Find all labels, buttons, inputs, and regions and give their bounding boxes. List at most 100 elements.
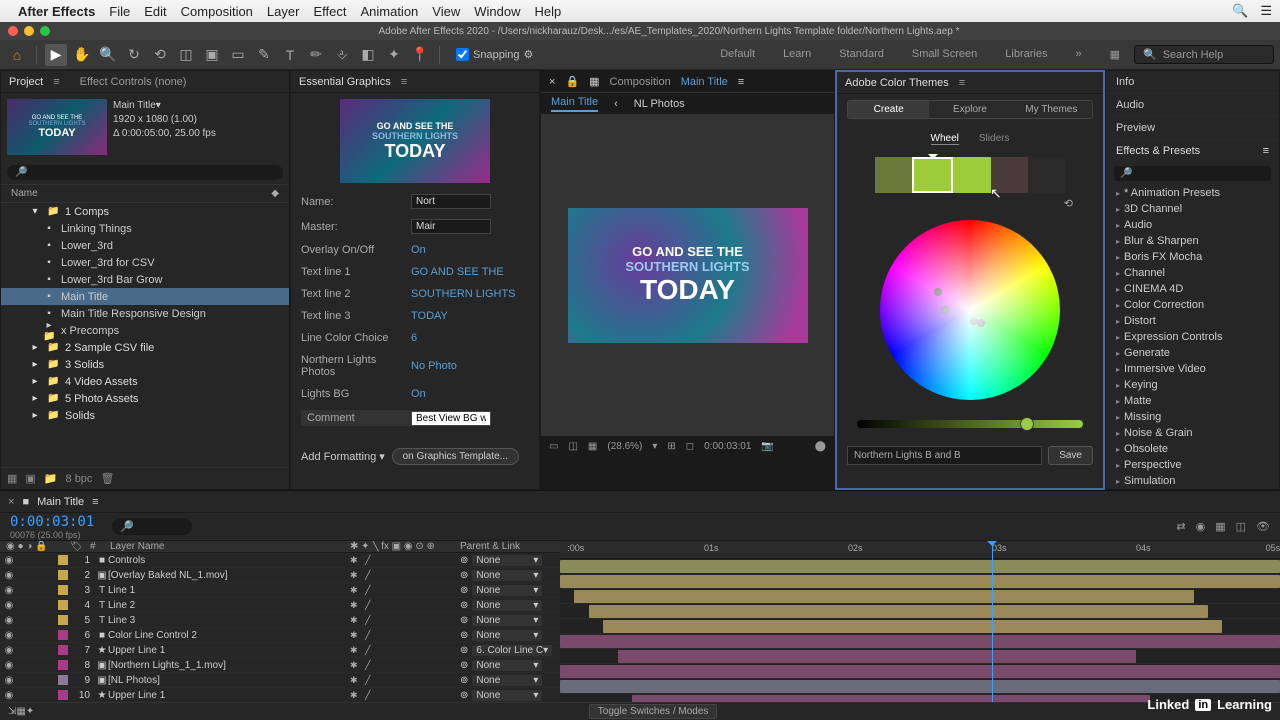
comp-resolution-icon[interactable]: ◫ xyxy=(568,441,577,452)
eg-name-input[interactable] xyxy=(411,194,491,209)
app-name[interactable]: After Effects xyxy=(18,4,95,19)
menu-effect[interactable]: Effect xyxy=(313,4,346,19)
playhead[interactable] xyxy=(992,541,993,702)
workspace-libraries[interactable]: Libraries xyxy=(1005,48,1047,61)
shape-tool-icon[interactable]: ▭ xyxy=(227,44,249,66)
color-mode-create[interactable]: Create xyxy=(848,101,929,118)
home-icon[interactable]: ⌂ xyxy=(6,44,28,66)
color-swatch-1[interactable] xyxy=(875,157,912,193)
timeline-icon-1[interactable]: ⇄ xyxy=(1176,520,1185,533)
color-depth-toggle[interactable]: 8 bpc xyxy=(66,473,93,485)
save-theme-button[interactable]: Save xyxy=(1048,446,1093,465)
hand-tool-icon[interactable]: ✋ xyxy=(71,44,93,66)
eg-property-value[interactable]: GO AND SEE THE xyxy=(411,266,504,278)
comp-zoom-dropdown[interactable]: (28.6%) xyxy=(607,441,642,452)
color-swatch-3[interactable] xyxy=(953,157,990,193)
selection-tool-icon[interactable]: ▶ xyxy=(45,44,67,66)
new-comp-icon[interactable]: ▣ xyxy=(25,472,35,485)
eg-tab-menu-icon[interactable]: ≡ xyxy=(401,76,407,88)
eg-add-formatting-dropdown[interactable]: Add Formatting xyxy=(301,451,376,463)
timeline-footer-icon-3[interactable]: ✦ xyxy=(26,706,34,717)
minimize-window-button[interactable] xyxy=(24,26,34,36)
timeline-track[interactable] xyxy=(560,574,1280,589)
comp-flow-icon[interactable]: ▦ xyxy=(589,75,599,88)
project-tab-menu-icon[interactable]: ≡ xyxy=(53,76,59,88)
comp-snapshot-icon[interactable]: 📷 xyxy=(761,441,773,452)
parent-dropdown[interactable]: None ▾ xyxy=(472,690,542,701)
effects-search-input[interactable]: 🔎 xyxy=(1114,166,1271,181)
roto-tool-icon[interactable]: ✦ xyxy=(383,44,405,66)
effects-presets-menu-icon[interactable]: ≡ xyxy=(1263,145,1269,157)
workspace-overflow-icon[interactable]: » xyxy=(1075,48,1081,61)
timeline-layer-row[interactable]: ◉1■Controls✱ ╱ ⊚None ▾ xyxy=(0,553,560,568)
comp-grid-icon[interactable]: ▦ xyxy=(588,441,597,452)
comp-tab-menu-icon[interactable]: ≡ xyxy=(738,76,744,88)
timeline-layer-row[interactable]: ◉9▣[NL Photos]✱ ╱ ⊚None ▾ xyxy=(0,673,560,688)
comp-subtab-nlphotos[interactable]: NL Photos xyxy=(634,98,685,110)
timeline-track[interactable] xyxy=(560,634,1280,649)
project-folder[interactable]: ▸📁3 Solids xyxy=(1,356,289,373)
color-rule-icon[interactable]: ⟲ xyxy=(1064,198,1073,210)
brightness-slider[interactable] xyxy=(857,420,1083,428)
effects-category[interactable]: ▸CINEMA 4D xyxy=(1106,281,1279,297)
project-folder[interactable]: ▸📁4 Video Assets xyxy=(1,373,289,390)
timeline-footer-icon-1[interactable]: ⇲ xyxy=(8,706,16,717)
color-swatch-5[interactable] xyxy=(1028,157,1065,193)
timeline-lock-icon[interactable]: ■ xyxy=(22,496,29,508)
timeline-track[interactable] xyxy=(560,664,1280,679)
eg-property-value[interactable]: On xyxy=(411,388,426,400)
audio-panel-tab[interactable]: Audio xyxy=(1106,94,1279,117)
effects-category[interactable]: ▸Perspective xyxy=(1106,457,1279,473)
project-folder[interactable]: ▸📁Solids xyxy=(1,407,289,424)
comp-close-icon[interactable]: × xyxy=(549,76,555,88)
workspace-learn[interactable]: Learn xyxy=(783,48,811,61)
effects-category[interactable]: ▸Channel xyxy=(1106,265,1279,281)
effects-category[interactable]: ▸3D Channel xyxy=(1106,201,1279,217)
project-item[interactable]: ▪Linking Things xyxy=(1,220,289,237)
color-tab-menu-icon[interactable]: ≡ xyxy=(959,77,965,89)
effects-category[interactable]: ▸Simulation xyxy=(1106,473,1279,489)
col-layer-name[interactable]: Layer Name xyxy=(110,541,350,552)
project-item[interactable]: ▸ 📁x Precomps xyxy=(1,322,289,339)
timeline-icon-2[interactable]: ◉ xyxy=(1196,520,1206,533)
menu-file[interactable]: File xyxy=(109,4,130,19)
maximize-window-button[interactable] xyxy=(40,26,50,36)
effects-category[interactable]: ▸Missing xyxy=(1106,409,1279,425)
interpret-footage-icon[interactable]: ▦ xyxy=(7,472,17,485)
pan-behind-tool-icon[interactable]: ▣ xyxy=(201,44,223,66)
timeline-layer-row[interactable]: ◉4TLine 2✱ ╱ ⊚None ▾ xyxy=(0,598,560,613)
timeline-track[interactable] xyxy=(560,604,1280,619)
effects-category[interactable]: ▸Generate xyxy=(1106,345,1279,361)
parent-dropdown[interactable]: None ▾ xyxy=(472,630,542,641)
new-folder-icon[interactable]: 📁 xyxy=(44,472,58,485)
theme-name-input[interactable] xyxy=(847,446,1042,465)
eg-tab[interactable]: Essential Graphics xyxy=(299,76,391,88)
effects-category[interactable]: ▸* Animation Presets xyxy=(1106,185,1279,201)
eg-comment-input[interactable] xyxy=(411,411,491,426)
project-column-name[interactable]: Name xyxy=(11,188,38,199)
eg-property-value[interactable]: SOUTHERN LIGHTS xyxy=(411,288,516,300)
timeline-track[interactable] xyxy=(560,589,1280,604)
timeline-ruler[interactable]: :00s 01s 02s 03s 04s 05s xyxy=(560,541,1280,559)
parent-dropdown[interactable]: None ▾ xyxy=(472,675,542,686)
effects-category[interactable]: ▸Color Correction xyxy=(1106,297,1279,313)
timeline-layer-row[interactable]: ◉3TLine 1✱ ╱ ⊚None ▾ xyxy=(0,583,560,598)
project-folder[interactable]: ▾📁1 Comps xyxy=(1,203,289,220)
comp-subtab-main[interactable]: Main Title xyxy=(551,96,598,112)
color-swatch-4[interactable] xyxy=(991,157,1028,193)
eg-property-value[interactable]: On xyxy=(411,244,426,256)
text-tool-icon[interactable]: T xyxy=(279,44,301,66)
project-item[interactable]: ▪Lower_3rd Bar Grow xyxy=(1,271,289,288)
preview-panel-tab[interactable]: Preview xyxy=(1106,117,1279,140)
rotation-tool-icon[interactable]: ⟲ xyxy=(149,44,171,66)
timeline-comp-name[interactable]: Main Title xyxy=(37,496,84,508)
project-tab[interactable]: Project xyxy=(9,76,43,88)
color-wheel[interactable] xyxy=(880,220,1060,400)
timeline-layer-row[interactable]: ◉5TLine 3✱ ╱ ⊚None ▾ xyxy=(0,613,560,628)
project-folder[interactable]: ▸📁5 Photo Assets xyxy=(1,390,289,407)
parent-dropdown[interactable]: None ▾ xyxy=(472,555,542,566)
parent-dropdown[interactable]: None ▾ xyxy=(472,660,542,671)
project-folder[interactable]: ▸📁2 Sample CSV file xyxy=(1,339,289,356)
menu-animation[interactable]: Animation xyxy=(360,4,418,19)
color-tab[interactable]: Adobe Color Themes xyxy=(845,77,949,89)
